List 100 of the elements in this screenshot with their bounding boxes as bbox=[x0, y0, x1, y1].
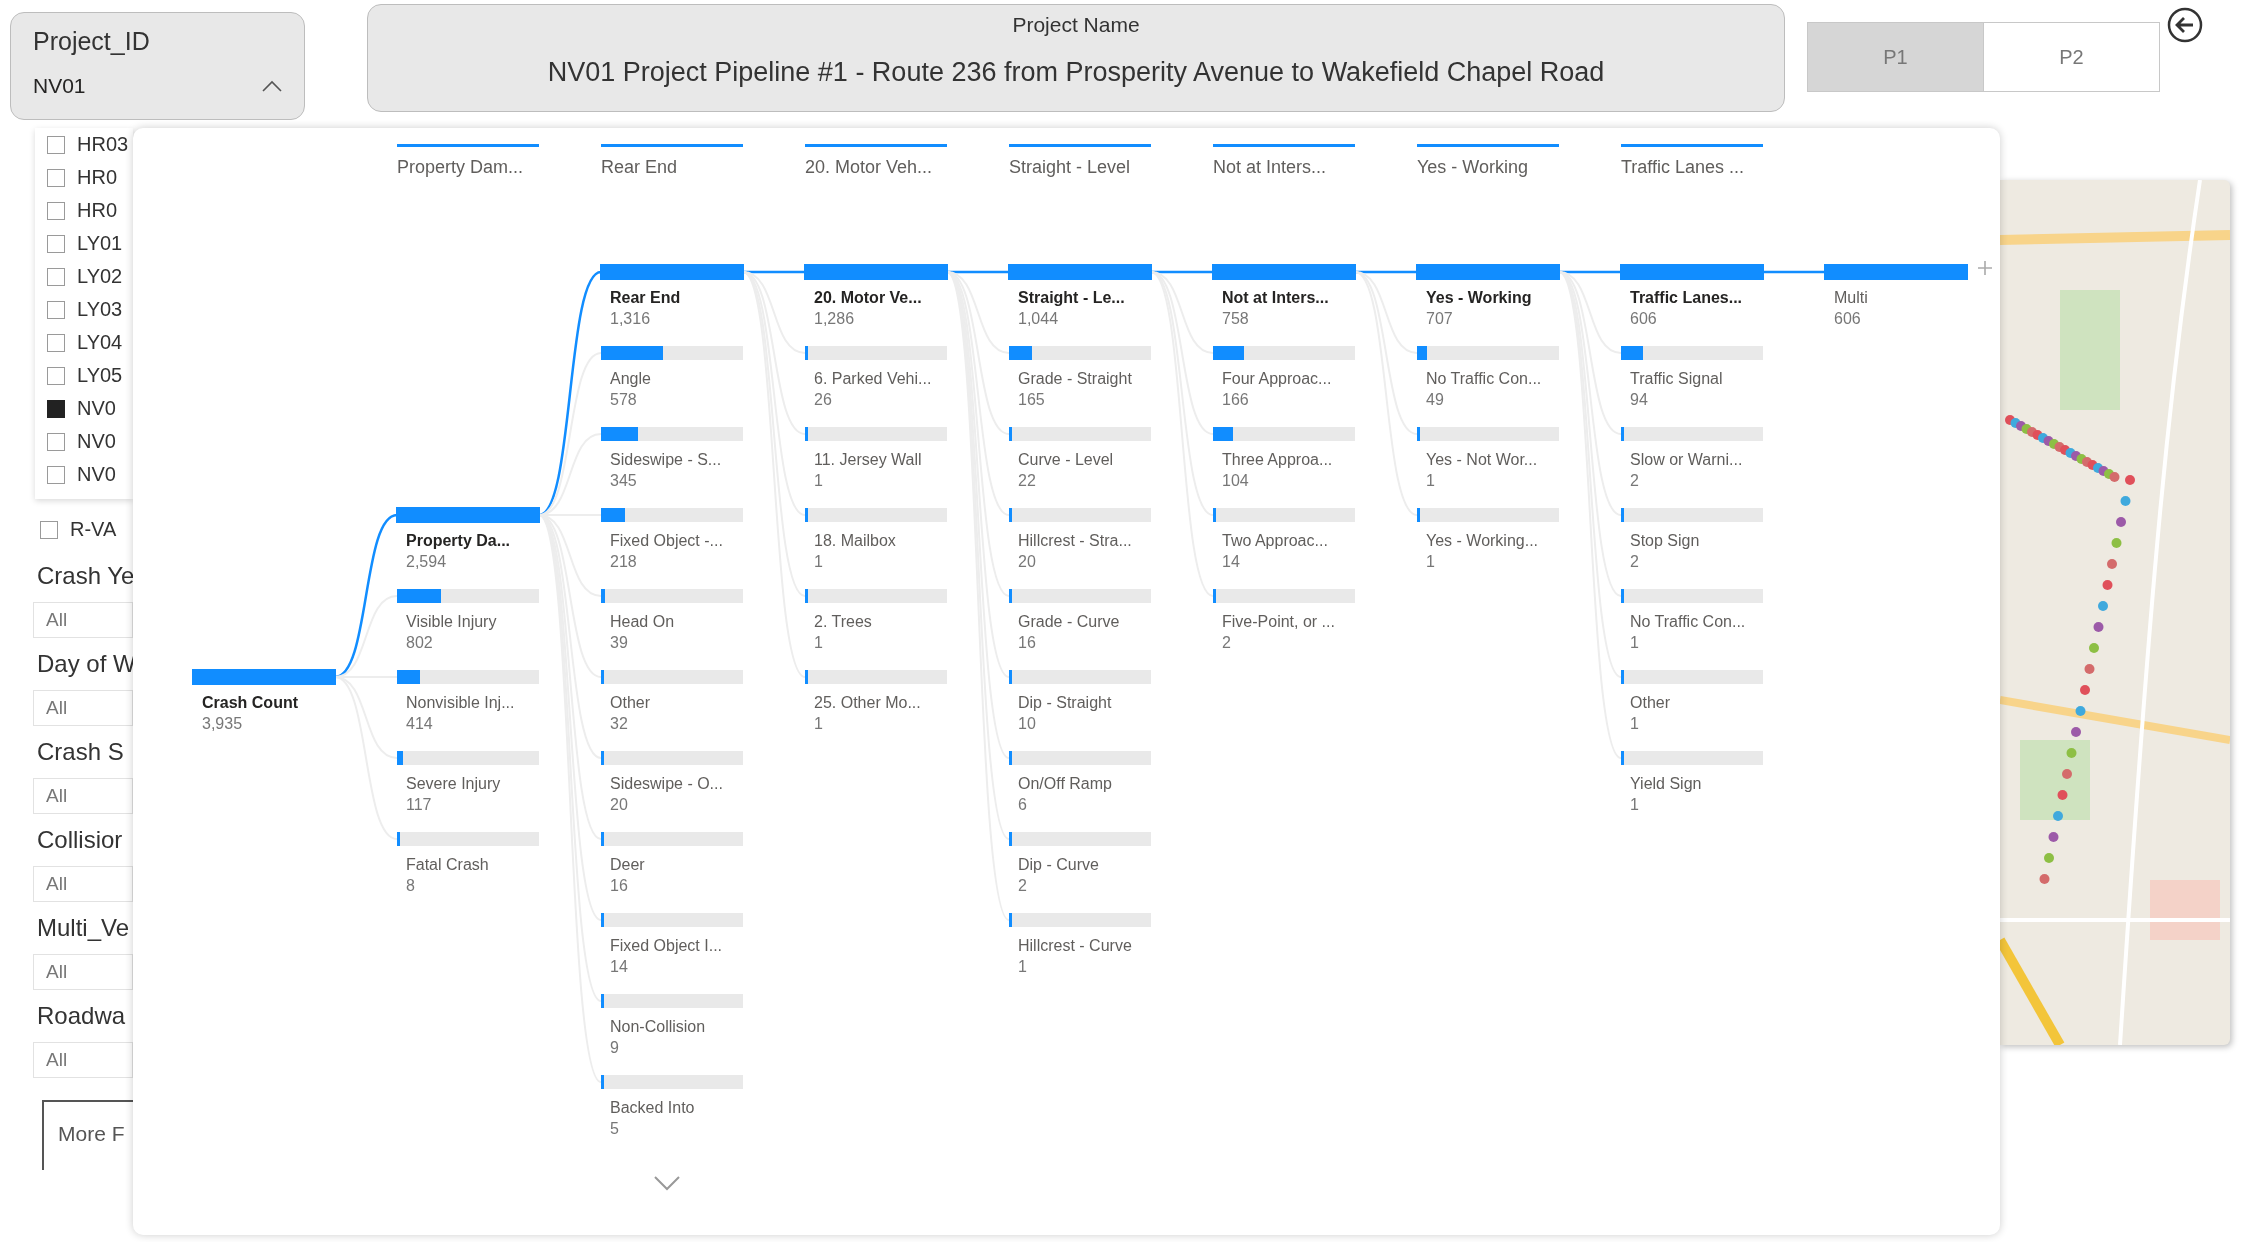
option-label[interactable]: HR0 bbox=[77, 199, 117, 222]
filter-dropdown[interactable]: All bbox=[33, 602, 133, 638]
tree-node[interactable]: Severe Injury 117 bbox=[397, 751, 539, 814]
option-label[interactable]: LY02 bbox=[77, 265, 123, 288]
filter-dropdown[interactable]: All bbox=[33, 690, 133, 726]
filter-dropdown[interactable]: All bbox=[33, 1042, 133, 1078]
chevron-down-icon[interactable] bbox=[653, 1175, 681, 1191]
tree-node[interactable]: Grade - Straight 165 bbox=[1009, 346, 1151, 409]
level-header[interactable]: Yes - Working bbox=[1417, 144, 1559, 178]
tree-node[interactable]: Rear End 1,316 bbox=[601, 265, 743, 328]
option-label[interactable]: NV0 bbox=[77, 430, 116, 453]
tree-node[interactable]: Four Approac... 166 bbox=[1213, 346, 1355, 409]
option-label[interactable]: HR0 bbox=[77, 166, 117, 189]
tree-node[interactable]: Head On 39 bbox=[601, 589, 743, 652]
filter-label: Crash S bbox=[37, 738, 125, 766]
node-label: Slow or Warni... bbox=[1630, 451, 1744, 469]
tree-node[interactable]: Non-Collision 9 bbox=[601, 994, 743, 1057]
tree-node[interactable]: Stop Sign 2 bbox=[1621, 508, 1763, 571]
tree-node[interactable]: No Traffic Con... 1 bbox=[1621, 589, 1763, 652]
filter-dropdown[interactable]: All bbox=[33, 778, 133, 814]
node-label: Grade - Curve bbox=[1018, 613, 1121, 631]
tree-node[interactable]: Yes - Working... 1 bbox=[1417, 508, 1559, 571]
option-label[interactable]: LY03 bbox=[77, 298, 123, 321]
option-label[interactable]: NV0 bbox=[77, 463, 116, 486]
tree-node[interactable]: Fixed Object -... 218 bbox=[601, 508, 743, 571]
tree-node[interactable]: Traffic Signal 94 bbox=[1621, 346, 1763, 409]
tree-node[interactable]: 11. Jersey Wall 1 bbox=[805, 427, 947, 490]
tree-node[interactable]: Fatal Crash 8 bbox=[397, 832, 539, 895]
checkbox[interactable] bbox=[47, 201, 65, 220]
node-value: 1 bbox=[1630, 715, 1640, 733]
tree-node[interactable]: Yield Sign 1 bbox=[1621, 751, 1763, 814]
tree-node[interactable]: Multi 606 bbox=[1825, 265, 1967, 328]
tree-node[interactable]: Yes - Working 707 bbox=[1417, 265, 1559, 328]
level-header[interactable]: Straight - Level bbox=[1009, 144, 1151, 178]
checkbox[interactable] bbox=[47, 399, 65, 418]
option-label[interactable]: LY01 bbox=[77, 232, 123, 255]
option-label[interactable]: R-VA bbox=[70, 518, 117, 541]
tree-node[interactable]: 2. Trees 1 bbox=[805, 589, 947, 652]
tree-node[interactable]: Other 32 bbox=[601, 670, 743, 733]
tree-node[interactable]: Deer 16 bbox=[601, 832, 743, 895]
tree-node[interactable]: 18. Mailbox 1 bbox=[805, 508, 947, 571]
tree-node[interactable]: Two Approac... 14 bbox=[1213, 508, 1355, 571]
option-label[interactable]: LY04 bbox=[77, 331, 123, 354]
project-id-dropdown[interactable]: Project_ID NV01 bbox=[10, 12, 305, 120]
tree-node[interactable]: Backed Into 5 bbox=[601, 1075, 743, 1138]
checkbox[interactable] bbox=[40, 520, 58, 539]
option-label[interactable]: HR03 bbox=[77, 133, 129, 156]
tree-node[interactable]: Slow or Warni... 2 bbox=[1621, 427, 1763, 490]
level-header[interactable]: Rear End bbox=[601, 144, 743, 178]
checkbox[interactable] bbox=[47, 366, 65, 385]
checkbox[interactable] bbox=[47, 432, 65, 451]
level-header[interactable]: Not at Inters... bbox=[1213, 144, 1355, 178]
tree-node[interactable]: No Traffic Con... 49 bbox=[1417, 346, 1559, 409]
tree-node[interactable]: Five-Point, or ... 2 bbox=[1213, 589, 1355, 652]
tree-node[interactable]: Other 1 bbox=[1621, 670, 1763, 733]
tree-node[interactable]: Fixed Object I... 14 bbox=[601, 913, 743, 976]
node-label: Grade - Straight bbox=[1018, 370, 1133, 388]
tree-node[interactable]: Curve - Level 22 bbox=[1009, 427, 1151, 490]
more-filters-button[interactable]: More F bbox=[42, 1100, 133, 1170]
checkbox[interactable] bbox=[47, 465, 65, 484]
level-header[interactable]: 20. Motor Veh... bbox=[805, 144, 947, 178]
filter-dropdown[interactable]: All bbox=[33, 954, 133, 990]
tree-node[interactable]: Dip - Curve 2 bbox=[1009, 832, 1151, 895]
tree-node[interactable]: Nonvisible Inj... 414 bbox=[397, 670, 539, 733]
tree-node[interactable]: Hillcrest - Stra... 20 bbox=[1009, 508, 1151, 571]
tree-node[interactable]: 6. Parked Vehi... 26 bbox=[805, 346, 947, 409]
tree-node[interactable]: Straight - Le... 1,044 bbox=[1009, 265, 1151, 328]
tree-node[interactable]: Visible Injury 802 bbox=[397, 589, 539, 652]
option-label[interactable]: NV0 bbox=[77, 397, 116, 420]
node-label: Stop Sign bbox=[1630, 532, 1701, 550]
tree-node[interactable]: Sideswipe - O... 20 bbox=[601, 751, 743, 814]
plus-icon[interactable] bbox=[1977, 260, 1993, 276]
tree-node[interactable]: Sideswipe - S... 345 bbox=[601, 427, 743, 490]
tree-node[interactable]: 20. Motor Ve... 1,286 bbox=[805, 265, 947, 328]
node-label: Yes - Working... bbox=[1426, 532, 1540, 550]
level-header[interactable]: Property Dam... bbox=[397, 144, 539, 178]
tree-node[interactable]: Grade - Curve 16 bbox=[1009, 589, 1151, 652]
tree-node[interactable]: Hillcrest - Curve 1 bbox=[1009, 913, 1151, 976]
tree-node[interactable]: Yes - Not Wor... 1 bbox=[1417, 427, 1559, 490]
node-value: 1,044 bbox=[1018, 310, 1060, 328]
checkbox[interactable] bbox=[47, 333, 65, 352]
chevron-icon[interactable] bbox=[262, 80, 282, 92]
checkbox[interactable] bbox=[47, 234, 65, 253]
checkbox[interactable] bbox=[47, 168, 65, 187]
tree-node[interactable]: 25. Other Mo... 1 bbox=[805, 670, 947, 733]
tree-node[interactable]: Property Da... 2,594 bbox=[397, 508, 539, 571]
checkbox[interactable] bbox=[47, 300, 65, 319]
filter-dropdown[interactable]: All bbox=[33, 866, 133, 902]
tree-node[interactable]: Angle 578 bbox=[601, 346, 743, 409]
tree-node[interactable]: Three Approa... 104 bbox=[1213, 427, 1355, 490]
level-header[interactable]: Traffic Lanes ... bbox=[1621, 144, 1763, 178]
checkbox[interactable] bbox=[47, 135, 65, 154]
tree-node[interactable]: Not at Inters... 758 bbox=[1213, 265, 1355, 328]
option-label[interactable]: LY05 bbox=[77, 364, 123, 387]
card-label: Project Name bbox=[1012, 13, 1140, 37]
tree-node[interactable]: Dip - Straight 10 bbox=[1009, 670, 1151, 733]
tree-node[interactable]: Crash Count 3,935 bbox=[193, 670, 335, 733]
checkbox[interactable] bbox=[47, 267, 65, 286]
tree-node[interactable]: On/Off Ramp 6 bbox=[1009, 751, 1151, 814]
tree-node[interactable]: Traffic Lanes... 606 bbox=[1621, 265, 1763, 328]
